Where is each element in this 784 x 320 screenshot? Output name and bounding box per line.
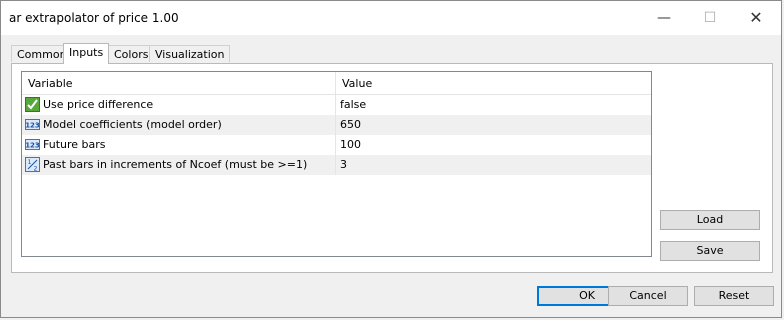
bool-type-icon bbox=[25, 97, 40, 112]
column-divider[interactable] bbox=[335, 72, 336, 94]
svg-text:2: 2 bbox=[34, 166, 38, 173]
cell-divider bbox=[335, 95, 336, 115]
variable-value[interactable]: 650 bbox=[340, 118, 361, 131]
window-title: ar extrapolator of price 1.00 bbox=[9, 11, 179, 25]
save-button[interactable]: Save bbox=[660, 241, 760, 261]
tab-visualization[interactable]: Visualization bbox=[149, 45, 231, 62]
tab-inputs[interactable]: Inputs bbox=[63, 43, 110, 64]
int-type-icon: 123 bbox=[25, 119, 40, 130]
minimize-icon[interactable]: — bbox=[641, 1, 687, 35]
inputs-panel: Variable Value Use price difference fals… bbox=[11, 63, 773, 273]
maximize-icon: ☐ bbox=[703, 10, 717, 26]
int-type-icon: 123 bbox=[25, 139, 40, 150]
svg-text:123: 123 bbox=[25, 142, 40, 150]
variable-value[interactable]: false bbox=[340, 98, 366, 111]
variable-value[interactable]: 3 bbox=[340, 158, 347, 171]
variable-name: Use price difference bbox=[43, 98, 154, 111]
variable-value[interactable]: 100 bbox=[340, 138, 361, 151]
inputs-grid: Variable Value Use price difference fals… bbox=[21, 71, 652, 257]
title-bar: ar extrapolator of price 1.00 — ☐ ✕ bbox=[1, 1, 781, 35]
cancel-button[interactable]: Cancel bbox=[608, 286, 688, 306]
variable-name: Model coefficients (model order) bbox=[43, 118, 222, 131]
column-header-variable[interactable]: Variable bbox=[28, 77, 73, 90]
column-header-value[interactable]: Value bbox=[342, 77, 372, 90]
variable-name: Past bars in increments of Ncoef (must b… bbox=[43, 158, 308, 171]
table-row[interactable]: 123 Model coefficients (model order) 650 bbox=[22, 115, 651, 135]
cell-divider bbox=[335, 155, 336, 175]
table-row[interactable]: 1 2 Past bars in increments of Ncoef (mu… bbox=[22, 155, 651, 175]
cell-divider bbox=[335, 135, 336, 155]
reset-button[interactable]: Reset bbox=[694, 286, 774, 306]
cell-divider bbox=[335, 115, 336, 135]
fraction-type-icon: 1 2 bbox=[25, 157, 40, 172]
grid-header: Variable Value bbox=[22, 72, 651, 95]
close-icon[interactable]: ✕ bbox=[733, 1, 779, 35]
svg-text:123: 123 bbox=[25, 122, 40, 130]
svg-text:1: 1 bbox=[28, 159, 32, 166]
load-button[interactable]: Load bbox=[660, 210, 760, 230]
variable-name: Future bars bbox=[43, 138, 106, 151]
tab-colors[interactable]: Colors bbox=[108, 45, 155, 62]
table-row[interactable]: 123 Future bars 100 bbox=[22, 135, 651, 155]
dialog-window: ar extrapolator of price 1.00 — ☐ ✕ Comm… bbox=[0, 0, 782, 318]
table-row[interactable]: Use price difference false bbox=[22, 95, 651, 115]
